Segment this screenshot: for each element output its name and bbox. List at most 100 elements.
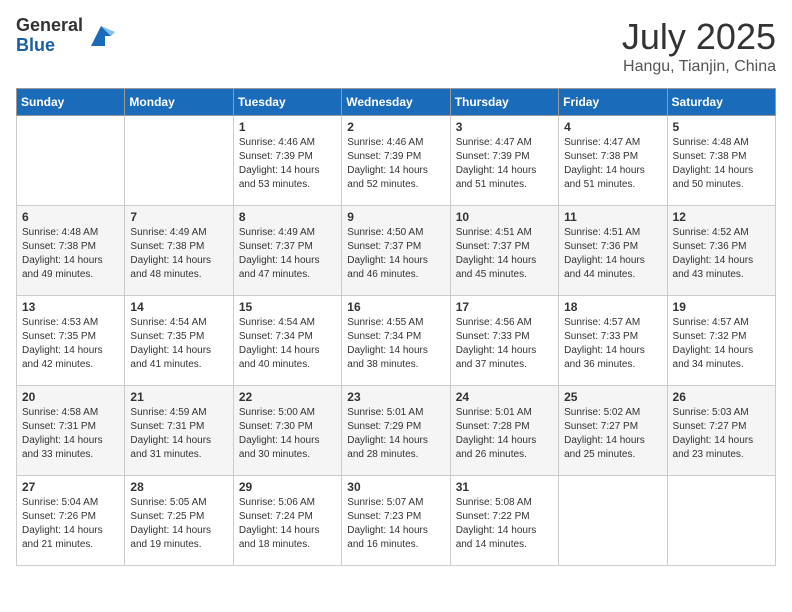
day-number: 6 <box>22 210 119 224</box>
logo: General Blue <box>16 16 115 56</box>
calendar-cell: 15 Sunrise: 4:54 AMSunset: 7:34 PMDayligh… <box>233 296 341 386</box>
calendar-cell <box>667 476 775 566</box>
day-info: Sunrise: 5:00 AMSunset: 7:30 PMDaylight:… <box>239 406 336 462</box>
day-info: Sunrise: 5:07 AMSunset: 7:23 PMDaylight:… <box>347 496 444 552</box>
calendar-cell: 8 Sunrise: 4:49 AMSunset: 7:37 PMDaylight… <box>233 206 341 296</box>
day-number: 22 <box>239 390 336 404</box>
day-number: 8 <box>239 210 336 224</box>
day-number: 21 <box>130 390 227 404</box>
page-header: General Blue July 2025 Hangu, Tianjin, C… <box>16 16 776 76</box>
day-number: 20 <box>22 390 119 404</box>
calendar-cell: 1 Sunrise: 4:46 AMSunset: 7:39 PMDaylight… <box>233 116 341 206</box>
day-info: Sunrise: 5:08 AMSunset: 7:22 PMDaylight:… <box>456 496 553 552</box>
calendar-cell: 10 Sunrise: 4:51 AMSunset: 7:37 PMDayligh… <box>450 206 558 296</box>
calendar-cell: 13Sunrise: 4:53 AMSunset: 7:35 PMDayligh… <box>17 296 125 386</box>
calendar-cell: 11 Sunrise: 4:51 AMSunset: 7:36 PMDayligh… <box>559 206 667 296</box>
day-info: Sunrise: 4:51 AMSunset: 7:36 PMDaylight:… <box>564 226 661 282</box>
calendar-week: 6 Sunrise: 4:48 AMSunset: 7:38 PMDaylight… <box>17 206 776 296</box>
header-day: Thursday <box>450 89 558 116</box>
day-number: 15 <box>239 300 336 314</box>
calendar-cell: 18 Sunrise: 4:57 AMSunset: 7:33 PMDayligh… <box>559 296 667 386</box>
calendar-cell: 20 Sunrise: 4:58 AMSunset: 7:31 PMDayligh… <box>17 386 125 476</box>
calendar-title: July 2025 <box>622 16 776 58</box>
header-day: Monday <box>125 89 233 116</box>
calendar-cell: 21 Sunrise: 4:59 AMSunset: 7:31 PMDayligh… <box>125 386 233 476</box>
day-info: Sunrise: 4:54 AMSunset: 7:34 PMDaylight:… <box>239 316 336 372</box>
day-number: 9 <box>347 210 444 224</box>
calendar-week: 13Sunrise: 4:53 AMSunset: 7:35 PMDayligh… <box>17 296 776 386</box>
calendar-cell: 29Sunrise: 5:06 AMSunset: 7:24 PMDayligh… <box>233 476 341 566</box>
calendar-cell: 19 Sunrise: 4:57 AMSunset: 7:32 PMDayligh… <box>667 296 775 386</box>
calendar-cell: 24Sunrise: 5:01 AMSunset: 7:28 PMDayligh… <box>450 386 558 476</box>
day-info: Sunrise: 4:49 AMSunset: 7:38 PMDaylight:… <box>130 226 227 282</box>
calendar-subtitle: Hangu, Tianjin, China <box>622 58 776 76</box>
calendar-cell: 3Sunrise: 4:47 AMSunset: 7:39 PMDaylight… <box>450 116 558 206</box>
day-info: Sunrise: 5:06 AMSunset: 7:24 PMDaylight:… <box>239 496 336 552</box>
day-number: 28 <box>130 480 227 494</box>
title-block: July 2025 Hangu, Tianjin, China <box>622 16 776 76</box>
day-info: Sunrise: 4:47 AMSunset: 7:39 PMDaylight:… <box>456 136 553 192</box>
logo-icon <box>87 22 115 50</box>
day-info: Sunrise: 5:01 AMSunset: 7:28 PMDaylight:… <box>456 406 553 462</box>
day-number: 2 <box>347 120 444 134</box>
calendar-cell: 28 Sunrise: 5:05 AMSunset: 7:25 PMDayligh… <box>125 476 233 566</box>
day-info: Sunrise: 4:51 AMSunset: 7:37 PMDaylight:… <box>456 226 553 282</box>
day-info: Sunrise: 4:47 AMSunset: 7:38 PMDaylight:… <box>564 136 661 192</box>
calendar-cell: 22 Sunrise: 5:00 AMSunset: 7:30 PMDayligh… <box>233 386 341 476</box>
calendar-week: 27 Sunrise: 5:04 AMSunset: 7:26 PMDayligh… <box>17 476 776 566</box>
day-number: 1 <box>239 120 336 134</box>
day-info: Sunrise: 4:57 AMSunset: 7:32 PMDaylight:… <box>673 316 770 372</box>
calendar-cell: 27 Sunrise: 5:04 AMSunset: 7:26 PMDayligh… <box>17 476 125 566</box>
header-row: SundayMondayTuesdayWednesdayThursdayFrid… <box>17 89 776 116</box>
day-info: Sunrise: 4:57 AMSunset: 7:33 PMDaylight:… <box>564 316 661 372</box>
calendar-cell: 26 Sunrise: 5:03 AMSunset: 7:27 PMDayligh… <box>667 386 775 476</box>
calendar-week: 20 Sunrise: 4:58 AMSunset: 7:31 PMDayligh… <box>17 386 776 476</box>
day-info: Sunrise: 4:49 AMSunset: 7:37 PMDaylight:… <box>239 226 336 282</box>
calendar-cell: 23 Sunrise: 5:01 AMSunset: 7:29 PMDayligh… <box>342 386 450 476</box>
calendar-cell: 30Sunrise: 5:07 AMSunset: 7:23 PMDayligh… <box>342 476 450 566</box>
day-info: Sunrise: 4:59 AMSunset: 7:31 PMDaylight:… <box>130 406 227 462</box>
day-number: 25 <box>564 390 661 404</box>
day-info: Sunrise: 4:48 AMSunset: 7:38 PMDaylight:… <box>673 136 770 192</box>
calendar-week: 1 Sunrise: 4:46 AMSunset: 7:39 PMDaylight… <box>17 116 776 206</box>
calendar-cell: 25Sunrise: 5:02 AMSunset: 7:27 PMDayligh… <box>559 386 667 476</box>
day-number: 26 <box>673 390 770 404</box>
day-number: 23 <box>347 390 444 404</box>
calendar-cell: 12Sunrise: 4:52 AMSunset: 7:36 PMDayligh… <box>667 206 775 296</box>
day-info: Sunrise: 4:56 AMSunset: 7:33 PMDaylight:… <box>456 316 553 372</box>
calendar-cell: 17Sunrise: 4:56 AMSunset: 7:33 PMDayligh… <box>450 296 558 386</box>
calendar-cell <box>125 116 233 206</box>
day-number: 12 <box>673 210 770 224</box>
day-number: 13 <box>22 300 119 314</box>
calendar-header: SundayMondayTuesdayWednesdayThursdayFrid… <box>17 89 776 116</box>
calendar-cell <box>17 116 125 206</box>
day-info: Sunrise: 5:04 AMSunset: 7:26 PMDaylight:… <box>22 496 119 552</box>
day-info: Sunrise: 4:46 AMSunset: 7:39 PMDaylight:… <box>347 136 444 192</box>
calendar-cell: 9 Sunrise: 4:50 AMSunset: 7:37 PMDaylight… <box>342 206 450 296</box>
day-info: Sunrise: 5:01 AMSunset: 7:29 PMDaylight:… <box>347 406 444 462</box>
day-number: 11 <box>564 210 661 224</box>
calendar-cell: 16 Sunrise: 4:55 AMSunset: 7:34 PMDayligh… <box>342 296 450 386</box>
day-info: Sunrise: 5:03 AMSunset: 7:27 PMDaylight:… <box>673 406 770 462</box>
day-info: Sunrise: 4:55 AMSunset: 7:34 PMDaylight:… <box>347 316 444 372</box>
day-number: 10 <box>456 210 553 224</box>
day-info: Sunrise: 4:50 AMSunset: 7:37 PMDaylight:… <box>347 226 444 282</box>
day-number: 19 <box>673 300 770 314</box>
day-info: Sunrise: 4:46 AMSunset: 7:39 PMDaylight:… <box>239 136 336 192</box>
logo-blue: Blue <box>16 36 83 56</box>
calendar-cell: 7Sunrise: 4:49 AMSunset: 7:38 PMDaylight… <box>125 206 233 296</box>
day-info: Sunrise: 5:05 AMSunset: 7:25 PMDaylight:… <box>130 496 227 552</box>
day-info: Sunrise: 4:58 AMSunset: 7:31 PMDaylight:… <box>22 406 119 462</box>
day-info: Sunrise: 4:48 AMSunset: 7:38 PMDaylight:… <box>22 226 119 282</box>
calendar-table: SundayMondayTuesdayWednesdayThursdayFrid… <box>16 88 776 566</box>
header-day: Sunday <box>17 89 125 116</box>
day-number: 18 <box>564 300 661 314</box>
day-number: 14 <box>130 300 227 314</box>
header-day: Wednesday <box>342 89 450 116</box>
calendar-cell: 4Sunrise: 4:47 AMSunset: 7:38 PMDaylight… <box>559 116 667 206</box>
day-number: 16 <box>347 300 444 314</box>
header-day: Saturday <box>667 89 775 116</box>
day-number: 31 <box>456 480 553 494</box>
day-info: Sunrise: 4:54 AMSunset: 7:35 PMDaylight:… <box>130 316 227 372</box>
day-number: 27 <box>22 480 119 494</box>
